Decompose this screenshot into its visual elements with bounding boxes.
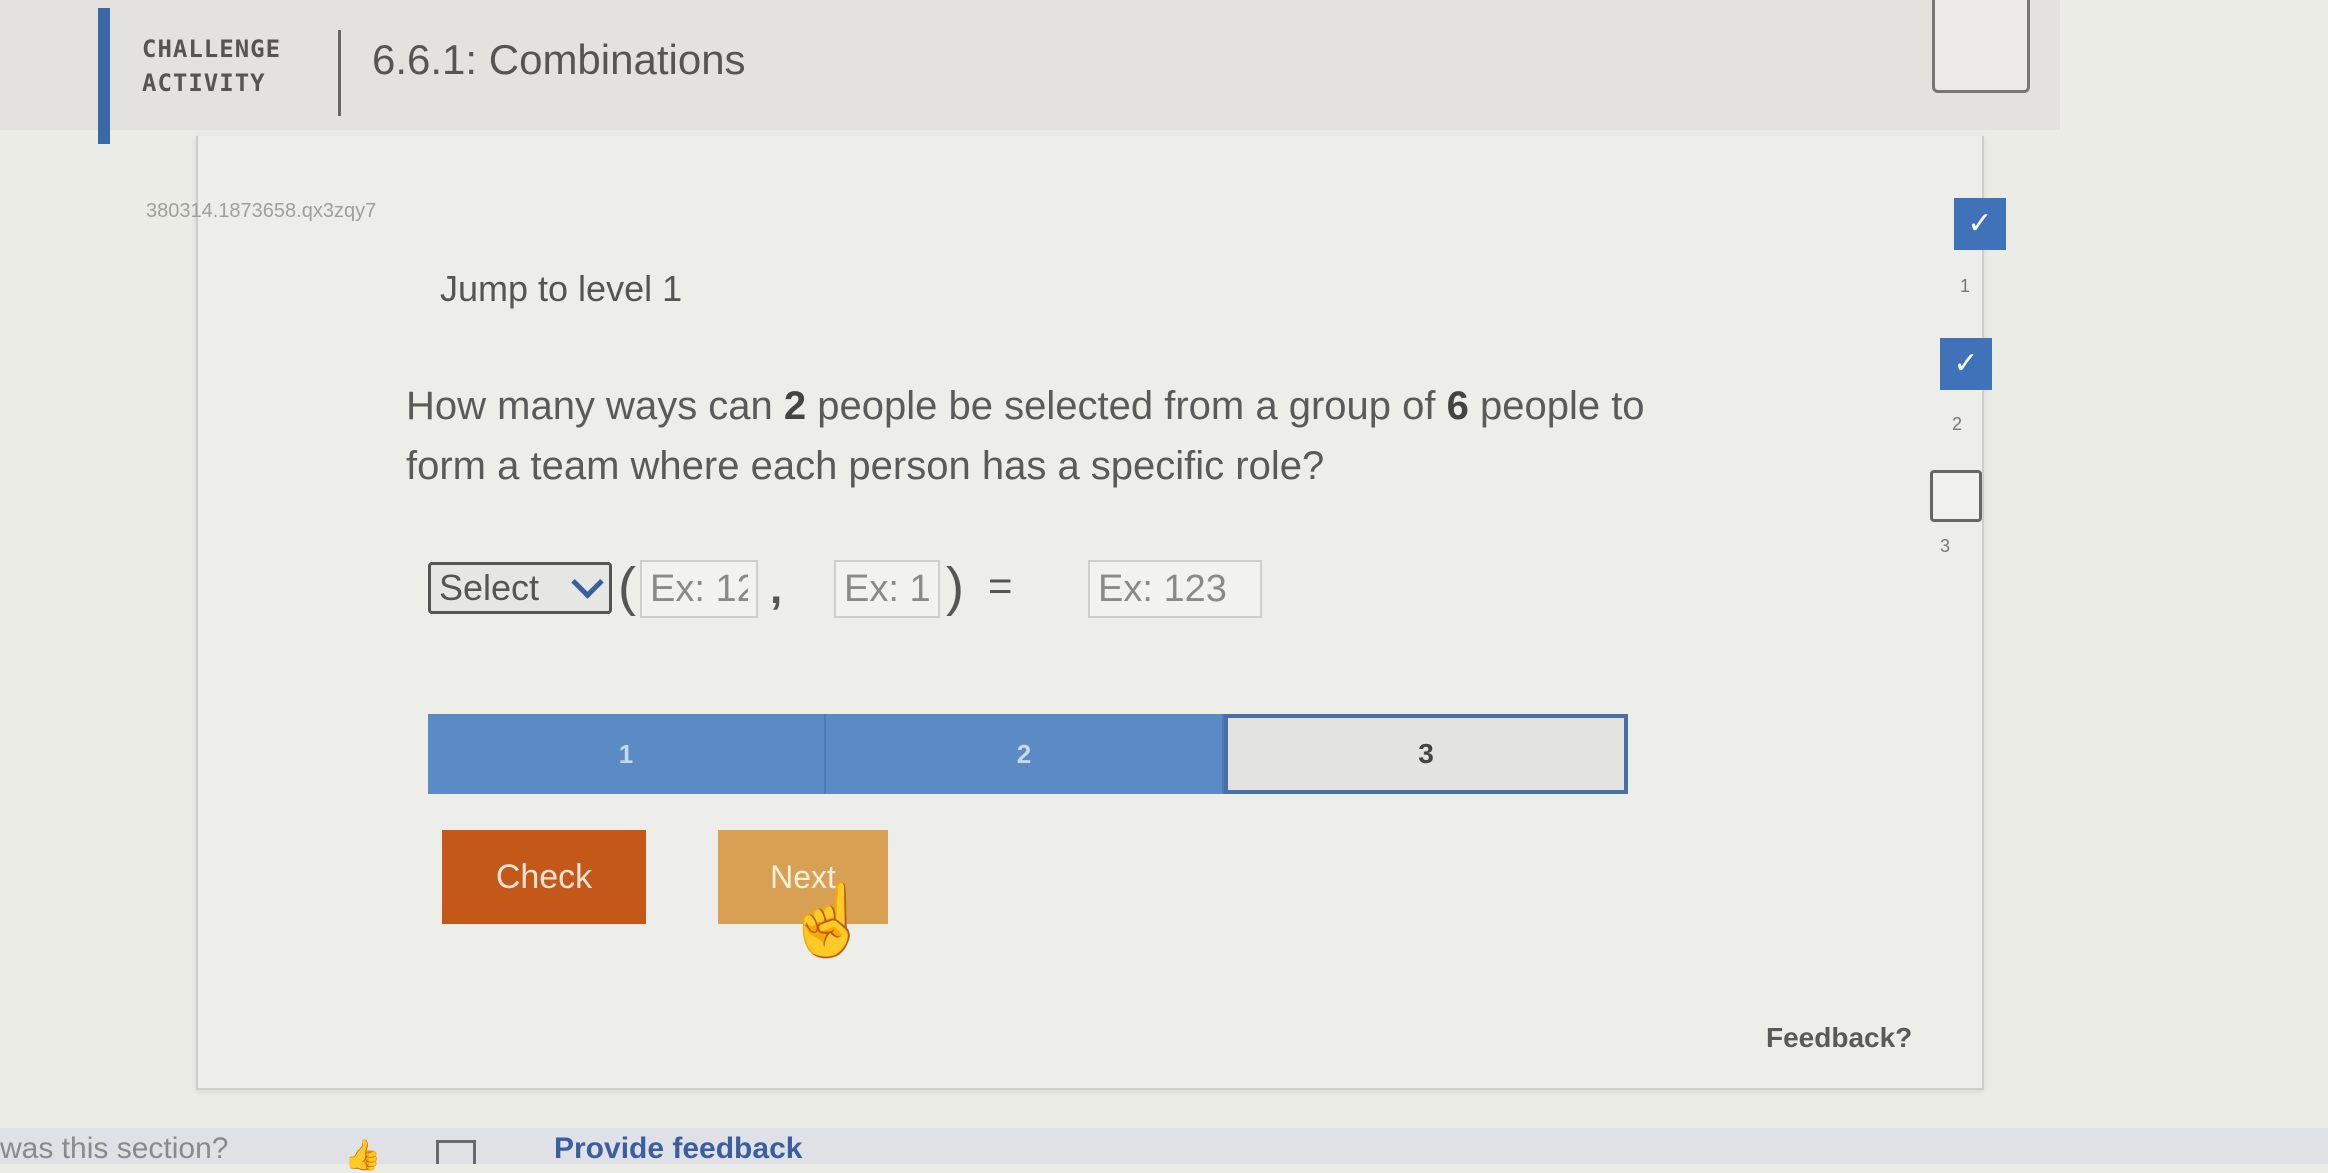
header-divider: [338, 30, 341, 116]
challenge-activity-label: CHALLENGE ACTIVITY: [142, 32, 281, 100]
jump-to-level-label: Jump to level 1: [440, 268, 683, 309]
activity-title: 6.6.1: Combinations: [372, 36, 746, 83]
level-3-number: 3: [1940, 536, 1951, 556]
level-2-check-icon: ✓: [1940, 338, 1992, 390]
header-accent-bar: [98, 8, 110, 144]
collapse-toggle-button[interactable]: [1932, 0, 2030, 93]
chevron-down-icon: [571, 566, 604, 599]
question-part2: people be selected from a group of: [806, 384, 1447, 428]
progress-segment-2[interactable]: 2: [826, 714, 1224, 794]
equals-sign: =: [988, 562, 1013, 609]
question-part1: How many ways can: [406, 384, 784, 428]
hand-cursor-icon: ☝: [784, 881, 872, 959]
function-select-value: Select: [439, 567, 540, 608]
level-progress-bar: 1 2 3: [428, 714, 1628, 802]
result-input[interactable]: [1088, 560, 1262, 618]
thumbs-up-icon[interactable]: 👍: [344, 1138, 381, 1173]
section-feedback-prompt: was this section?: [0, 1132, 229, 1165]
challenge-label-line2: ACTIVITY: [142, 69, 266, 97]
question-num1: 2: [783, 384, 807, 428]
activity-header: CHALLENGE ACTIVITY 6.6.1: Combinations: [0, 0, 2060, 144]
level-2-number: 2: [1952, 414, 1963, 434]
progress-segment-1[interactable]: 1: [428, 714, 826, 794]
activity-id: 380314.1873658.qx3zqy7: [146, 200, 377, 222]
question-num2: 6: [1446, 384, 1469, 428]
question-text: How many ways can 2 people be selected f…: [406, 376, 1666, 496]
level-3-checkbox: [1930, 470, 1982, 522]
open-paren: (: [618, 557, 636, 617]
level-1-number: 1: [1960, 276, 1971, 296]
progress-segment-3[interactable]: 3: [1224, 714, 1628, 794]
provide-feedback-link[interactable]: Provide feedback: [554, 1132, 802, 1166]
r-input[interactable]: [834, 560, 940, 618]
function-select[interactable]: Select: [428, 562, 612, 614]
challenge-label-line1: CHALLENGE: [142, 35, 282, 63]
answer-row: Select ( , ) =: [428, 556, 1288, 626]
close-paren: ): [946, 557, 964, 617]
feedback-link[interactable]: Feedback?: [1766, 1022, 1912, 1054]
check-button[interactable]: Check: [442, 830, 646, 924]
comma-separator: ,: [770, 564, 783, 613]
flag-icon[interactable]: [436, 1140, 476, 1164]
n-input[interactable]: [640, 560, 758, 618]
level-1-check-icon: ✓: [1954, 198, 2006, 250]
